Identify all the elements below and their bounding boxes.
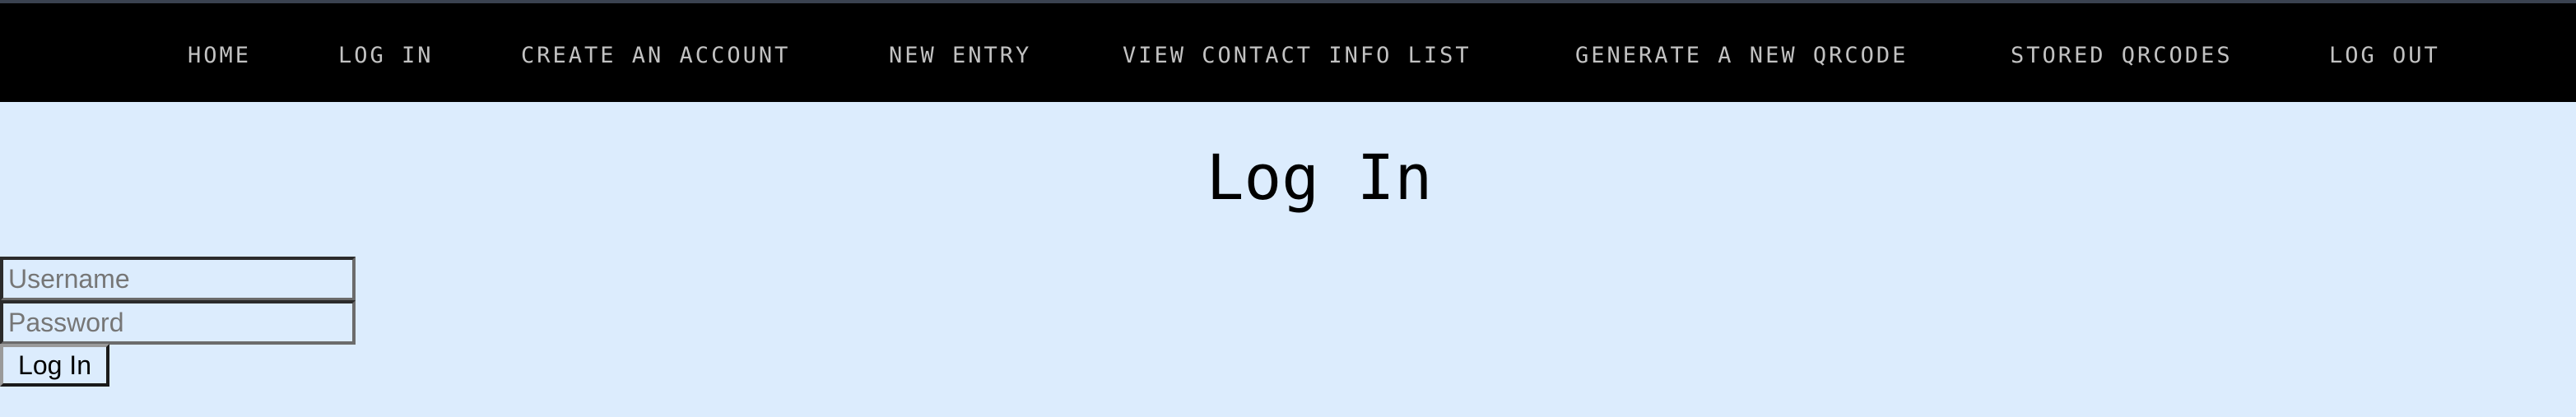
nav-log-out-link[interactable]: LOG OUT [2329,39,2440,72]
nav-stored-qrcodes-link[interactable]: STORED QRCODES [2011,39,2233,72]
nav-view-contact-info-list-link[interactable]: VIEW CONTACT INFO LIST [1123,39,1472,72]
password-input[interactable] [0,300,356,345]
nav-new-entry-link[interactable]: NEW ENTRY [889,39,1031,72]
page-title: Log In [1206,141,1433,214]
username-input[interactable] [0,257,356,301]
nav-log-in-link[interactable]: LOG IN [338,39,434,72]
nav-generate-qrcode-link[interactable]: GENERATE A NEW QRCODE [1575,39,1908,72]
nav-home-link[interactable]: HOME [188,39,251,72]
log-in-button[interactable]: Log In [0,344,109,387]
nav-create-account-link[interactable]: CREATE AN ACCOUNT [521,39,790,72]
top-navigation-bar: HOME LOG IN CREATE AN ACCOUNT NEW ENTRY … [0,0,2576,102]
